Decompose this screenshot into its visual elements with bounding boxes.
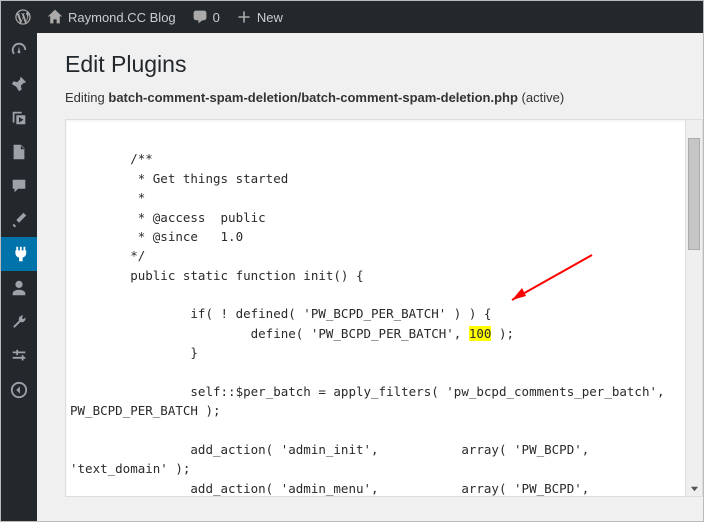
annotation-arrow: [502, 250, 602, 310]
sidebar-item-dashboard[interactable]: [1, 33, 37, 67]
highlighted-value: 100: [469, 326, 492, 341]
comment-icon: [10, 177, 28, 195]
sidebar-item-posts[interactable]: [1, 67, 37, 101]
wrench-icon: [10, 313, 28, 331]
scroll-thumb[interactable]: [688, 138, 700, 250]
gauge-icon: [10, 41, 28, 59]
wp-logo-menu[interactable]: [7, 1, 39, 33]
collapse-icon: [10, 381, 28, 399]
media-icon: [10, 109, 28, 127]
code-editor[interactable]: /** * Get things started * * @access pub…: [65, 119, 703, 497]
plus-icon: [236, 9, 252, 25]
new-content-link[interactable]: New: [228, 1, 291, 33]
site-name-text: Raymond.CC Blog: [68, 10, 176, 25]
pages-icon: [10, 143, 28, 161]
file-path: batch-comment-spam-deletion/batch-commen…: [108, 90, 518, 105]
wordpress-icon: [15, 9, 31, 25]
user-icon: [10, 279, 28, 297]
site-name-link[interactable]: Raymond.CC Blog: [39, 1, 184, 33]
comments-count: 0: [213, 10, 220, 25]
sidebar-item-appearance[interactable]: [1, 203, 37, 237]
comments-link[interactable]: 0: [184, 1, 228, 33]
content-area: Edit Plugins Editing batch-comment-spam-…: [37, 33, 703, 521]
sidebar-item-pages[interactable]: [1, 135, 37, 169]
page-title: Edit Plugins: [65, 51, 703, 78]
admin-sidebar: [1, 33, 37, 521]
new-label: New: [257, 10, 283, 25]
comment-icon: [192, 9, 208, 25]
plug-icon: [10, 245, 28, 263]
brush-icon: [10, 211, 28, 229]
scrollbar[interactable]: [685, 120, 702, 496]
sidebar-item-users[interactable]: [1, 271, 37, 305]
sidebar-item-tools[interactable]: [1, 305, 37, 339]
scroll-down-icon[interactable]: [686, 480, 702, 496]
editing-subtitle: Editing batch-comment-spam-deletion/batc…: [65, 90, 703, 105]
sliders-icon: [10, 347, 28, 365]
home-icon: [47, 9, 63, 25]
sidebar-item-media[interactable]: [1, 101, 37, 135]
admin-topbar: Raymond.CC Blog 0 New: [1, 1, 703, 33]
sidebar-item-plugins[interactable]: [1, 237, 37, 271]
sidebar-item-settings[interactable]: [1, 339, 37, 373]
pin-icon: [10, 75, 28, 93]
sidebar-collapse[interactable]: [1, 373, 37, 407]
sidebar-item-comments[interactable]: [1, 169, 37, 203]
